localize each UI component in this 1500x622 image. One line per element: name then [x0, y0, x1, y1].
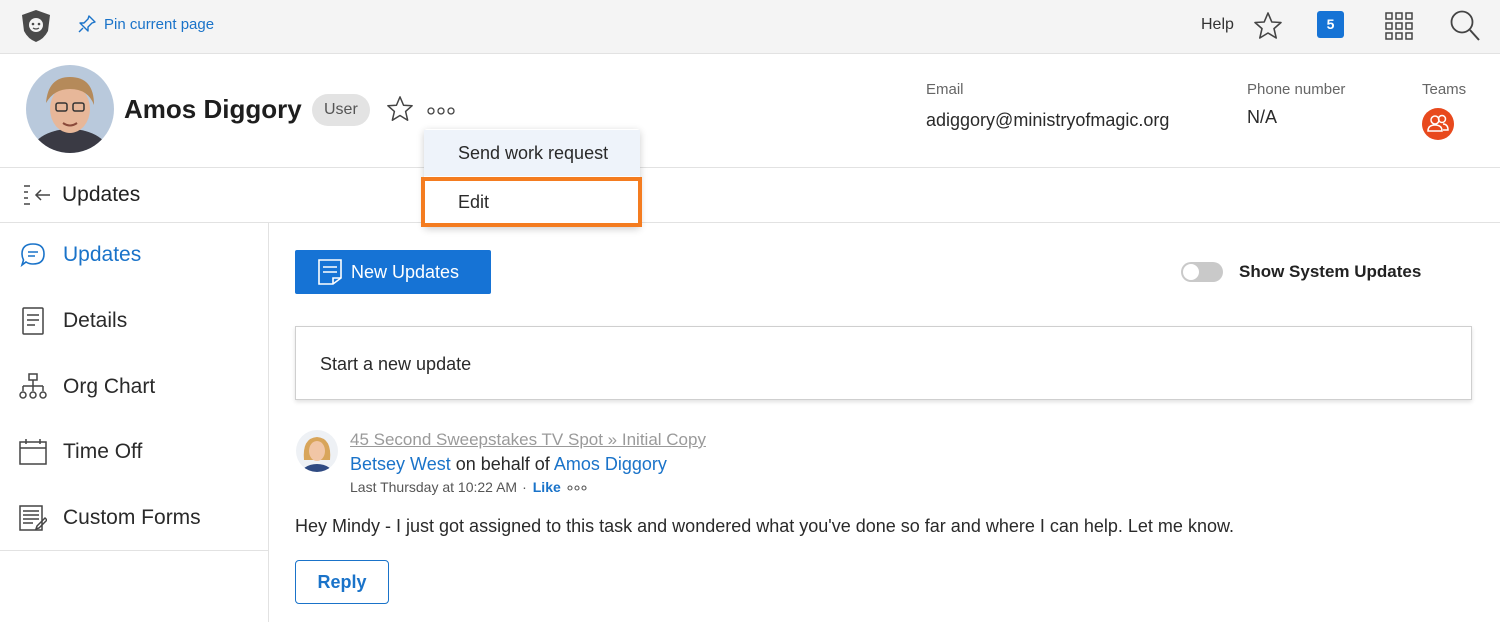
- avatar: [296, 430, 338, 472]
- behalf-text: on behalf of: [455, 454, 550, 474]
- chat-bubble-icon: [19, 241, 47, 269]
- behalf-of-link[interactable]: Amos Diggory: [554, 454, 667, 474]
- collapse-sidebar-icon[interactable]: [22, 183, 52, 214]
- reply-button[interactable]: Reply: [295, 560, 389, 604]
- sidebar-item-label: Details: [63, 309, 128, 332]
- sidebar-item-time-off[interactable]: Time Off: [0, 422, 268, 482]
- sidebar-item-updates[interactable]: Updates: [0, 225, 268, 285]
- update-more-icon[interactable]: [567, 479, 587, 495]
- sidebar-item-label: Updates: [63, 243, 142, 266]
- new-updates-button[interactable]: New Updates: [295, 250, 491, 294]
- new-updates-label: New Updates: [351, 261, 460, 282]
- sidebar-item-details[interactable]: Details: [0, 291, 268, 351]
- phone-label: Phone number: [1247, 81, 1346, 98]
- forms-icon: [19, 504, 47, 532]
- update-meta: Last Thursday at 10:22 AM · Like: [350, 479, 587, 495]
- compose-placeholder: Start a new update: [320, 354, 472, 374]
- meta-separator: ·: [522, 479, 527, 495]
- sidebar-item-org-chart[interactable]: Org Chart: [0, 357, 268, 417]
- sidebar-item-label: Org Chart: [63, 375, 156, 398]
- show-system-updates-label: Show System Updates: [1239, 262, 1422, 281]
- lion-shield-icon[interactable]: [20, 9, 52, 43]
- sidebar-item-custom-forms[interactable]: Custom Forms: [0, 488, 268, 548]
- email-value: adiggory@ministryofmagic.org: [926, 110, 1170, 130]
- sidebar-item-label: Time Off: [63, 440, 143, 463]
- author-link[interactable]: Betsey West: [350, 454, 451, 474]
- toggle-knob: [1183, 264, 1199, 280]
- update-timestamp: Last Thursday at 10:22 AM: [350, 479, 518, 495]
- update-body: Hey Mindy - I just got assigned to this …: [295, 516, 1234, 536]
- pin-icon: [78, 15, 96, 33]
- more-options-icon[interactable]: [427, 103, 457, 121]
- sidebar: Updates Details Org Chart Time Off Custo…: [0, 223, 269, 622]
- update-task-link[interactable]: 45 Second Sweepstakes TV Spot » Initial …: [350, 430, 706, 450]
- avatar: [26, 65, 114, 153]
- org-chart-icon: [19, 373, 47, 401]
- new-update-input[interactable]: Start a new update: [295, 326, 1472, 400]
- more-options-menu: Send work request Edit: [421, 129, 642, 227]
- phone-value: N/A: [1247, 107, 1278, 127]
- sidebar-divider: [0, 550, 268, 551]
- pin-current-page-link[interactable]: Pin current page: [77, 14, 214, 34]
- teams-label: Teams: [1422, 81, 1467, 98]
- calendar-icon: [19, 438, 47, 466]
- section-header: Updates: [0, 168, 1500, 223]
- notifications-badge[interactable]: 5: [1317, 11, 1344, 38]
- search-icon[interactable]: [1449, 9, 1481, 48]
- show-system-updates-toggle[interactable]: [1181, 262, 1223, 282]
- document-icon: [19, 307, 47, 335]
- menu-item-edit[interactable]: Edit: [421, 177, 642, 227]
- menu-item-send-work-request[interactable]: Send work request: [424, 130, 640, 176]
- like-link[interactable]: Like: [533, 479, 561, 495]
- top-bar: Pin current page Help 5: [0, 0, 1500, 54]
- profile-name: Amos Diggory: [124, 94, 302, 124]
- profile-header: Amos Diggory User Email adiggory@ministr…: [0, 54, 1500, 168]
- email-label: Email: [926, 81, 964, 98]
- sidebar-item-label: Custom Forms: [63, 506, 201, 529]
- note-icon: [318, 259, 342, 285]
- section-title: Updates: [62, 183, 141, 206]
- role-badge: User: [312, 94, 370, 126]
- update-author-line: Betsey West on behalf of Amos Diggory: [350, 454, 667, 475]
- favorite-star-icon[interactable]: [386, 95, 414, 128]
- app-grid-icon[interactable]: [1385, 12, 1413, 45]
- teams-icon[interactable]: [1422, 108, 1454, 140]
- pin-label: Pin current page: [104, 15, 215, 33]
- favorites-star-icon[interactable]: [1253, 11, 1283, 46]
- help-link[interactable]: Help: [1201, 16, 1234, 34]
